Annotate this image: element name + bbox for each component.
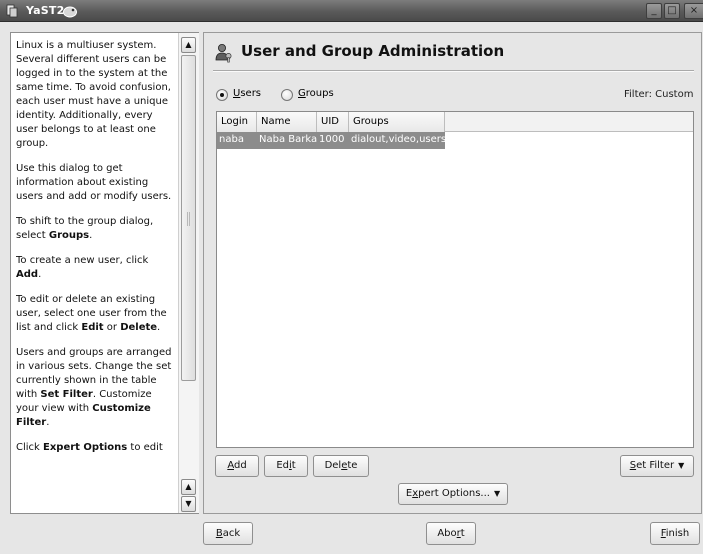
users-radio-label: Users bbox=[233, 88, 262, 99]
help-paragraph: To edit or delete an existing user, sele… bbox=[16, 294, 167, 333]
cell-uid: 1000 bbox=[317, 132, 349, 149]
help-paragraph: To create a new user, click Add. bbox=[16, 255, 149, 280]
window-title: YaST2 bbox=[26, 4, 65, 17]
edit-button[interactable]: Edit bbox=[264, 455, 308, 477]
help-scrollbar[interactable]: ▲ ▲ ▼ bbox=[178, 33, 199, 513]
scroll-thumb[interactable] bbox=[181, 55, 196, 381]
arrow-up-icon: ▲ bbox=[185, 40, 192, 49]
delete-button[interactable]: Delete bbox=[313, 455, 369, 477]
users-icon bbox=[215, 44, 232, 63]
help-paragraph: Click Expert Options to edit bbox=[16, 442, 163, 453]
arrow-up-icon: ▲ bbox=[185, 482, 192, 491]
header-divider bbox=[213, 70, 694, 72]
column-header-uid[interactable]: UID bbox=[317, 112, 349, 132]
help-paragraph: Linux is a multiuser system. Several dif… bbox=[16, 40, 171, 149]
close-button[interactable]: × bbox=[684, 3, 703, 19]
column-header-name[interactable]: Name bbox=[257, 112, 317, 132]
yast-icon bbox=[6, 4, 18, 18]
dropdown-arrow-icon: ▼ bbox=[678, 461, 685, 470]
help-paragraph: To shift to the group dialog, select Gro… bbox=[16, 216, 154, 241]
yast-window: YaST2 _ □ × Linux is a multiuser system.… bbox=[0, 0, 703, 554]
page-title: User and Group Administration bbox=[241, 42, 505, 60]
users-table[interactable]: Login Name UID Groups naba Naba Barkakat… bbox=[216, 111, 694, 448]
groups-radio-label: Groups bbox=[298, 88, 334, 99]
add-button[interactable]: Add bbox=[215, 455, 259, 477]
title-bar[interactable]: YaST2 _ □ × bbox=[0, 0, 703, 22]
set-filter-button[interactable]: Set Filter ▼ bbox=[620, 455, 694, 477]
minimize-button[interactable]: _ bbox=[646, 3, 662, 19]
help-pane[interactable]: Linux is a multiuser system. Several dif… bbox=[10, 32, 199, 514]
minimize-icon: _ bbox=[651, 5, 657, 16]
scroll-up-button[interactable]: ▲ bbox=[181, 37, 196, 53]
radio-unselected-icon bbox=[281, 89, 293, 101]
column-header-groups[interactable]: Groups bbox=[349, 112, 445, 132]
scroll-up-button-lower[interactable]: ▲ bbox=[181, 479, 196, 495]
scroll-down-button[interactable]: ▼ bbox=[181, 496, 196, 512]
table-row[interactable]: naba Naba Barkakati 1000 dialout,video,u… bbox=[217, 132, 693, 149]
maximize-button[interactable]: □ bbox=[664, 3, 680, 19]
back-button[interactable]: Back bbox=[203, 522, 253, 545]
radio-selected-icon bbox=[216, 89, 228, 101]
column-header-login[interactable]: Login bbox=[217, 112, 257, 132]
abort-button[interactable]: Abort bbox=[426, 522, 476, 545]
suse-logo bbox=[63, 6, 77, 18]
help-text: Linux is a multiuser system. Several dif… bbox=[16, 39, 176, 511]
main-panel: User and Group Administration Users Grou… bbox=[203, 32, 702, 514]
help-paragraph: Users and groups are arranged in various… bbox=[16, 347, 172, 428]
filter-status: Filter: Custom bbox=[624, 89, 694, 100]
close-icon: × bbox=[689, 5, 699, 16]
cell-groups: dialout,video,users bbox=[349, 132, 445, 149]
maximize-icon: □ bbox=[667, 5, 677, 16]
arrow-down-icon: ▼ bbox=[185, 499, 192, 508]
table-header: Login Name UID Groups bbox=[217, 112, 693, 132]
finish-button[interactable]: Finish bbox=[650, 522, 700, 545]
grip-icon bbox=[187, 212, 190, 226]
help-paragraph: Use this dialog to get information about… bbox=[16, 163, 172, 202]
dropdown-arrow-icon: ▼ bbox=[493, 489, 501, 498]
cell-name: Naba Barkakati bbox=[257, 132, 317, 149]
expert-options-button[interactable]: Expert Options... ▼ bbox=[398, 483, 508, 505]
cell-login: naba bbox=[217, 132, 257, 149]
